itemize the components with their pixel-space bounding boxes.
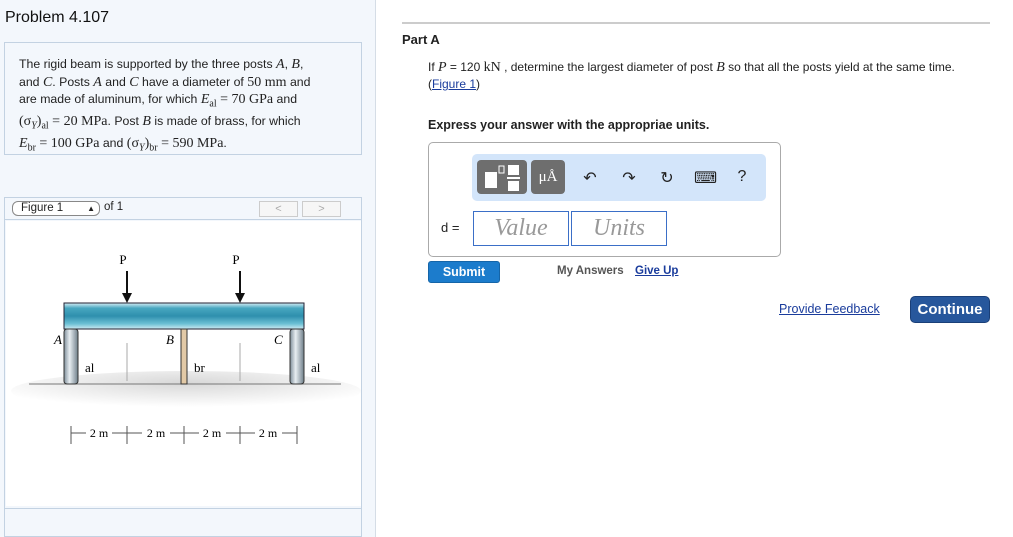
keyboard-icon[interactable]: ⌨ xyxy=(694,168,717,188)
post-label-c: C xyxy=(274,332,283,347)
load-label-p2: P xyxy=(232,252,239,267)
dimension-label: 2 m xyxy=(147,426,166,440)
material-label: al xyxy=(85,360,95,375)
figure-count: of 1 xyxy=(104,201,124,213)
math-toolbar: μÅ ↶ ↷ ↻ ⌨ ? xyxy=(472,154,766,201)
submit-button[interactable]: Submit xyxy=(428,261,500,283)
dimension-label: 2 m xyxy=(259,426,278,440)
undo-icon[interactable]: ↶ xyxy=(580,168,600,188)
divider xyxy=(402,22,990,24)
post-label-b: B xyxy=(166,332,174,347)
prev-figure-button[interactable]: < xyxy=(259,201,298,217)
continue-button[interactable]: Continue xyxy=(910,296,990,323)
part-title: Part A xyxy=(402,32,440,47)
post-label-a: A xyxy=(53,332,62,347)
value-input[interactable]: Value xyxy=(473,211,569,246)
help-icon[interactable]: ? xyxy=(732,168,752,186)
figure-nav-bar: Figure 1 ▲ of 1 < > xyxy=(5,198,361,220)
select-arrows-icon: ▲ xyxy=(87,204,95,213)
rigid-beam xyxy=(63,302,305,330)
fraction-template-icon xyxy=(485,165,520,191)
question-text: If P = 120 kN , determine the largest di… xyxy=(428,60,955,91)
load-label-p1: P xyxy=(119,252,126,267)
figure-image: P P A B C al br al 2 m 2 m 2 m 2 m xyxy=(6,221,361,506)
problem-title: Problem 4.107 xyxy=(5,9,110,26)
load-arrow-icon xyxy=(122,271,132,303)
answer-box: μÅ ↶ ↷ ↻ ⌨ ? d = Value Units xyxy=(428,142,781,257)
dimension-label: 2 m xyxy=(203,426,222,440)
post-b xyxy=(180,328,188,385)
next-figure-button[interactable]: > xyxy=(302,201,341,217)
templates-button[interactable] xyxy=(477,160,527,194)
answer-label: d = xyxy=(441,220,460,235)
post-c xyxy=(289,328,305,385)
give-up-link[interactable]: Give Up xyxy=(635,265,678,277)
material-label: al xyxy=(311,360,321,375)
figure-footer xyxy=(5,508,361,536)
material-label: br xyxy=(194,360,206,375)
redo-icon[interactable]: ↷ xyxy=(619,168,639,188)
figure-link[interactable]: Figure 1 xyxy=(432,77,476,91)
load-arrow-icon xyxy=(235,271,245,303)
figure-panel: Figure 1 ▲ of 1 < > P P A B C al br al 2… xyxy=(4,197,362,537)
provide-feedback-link[interactable]: Provide Feedback xyxy=(779,302,880,316)
post-a xyxy=(63,328,79,385)
dimension-label: 2 m xyxy=(90,426,109,440)
units-button[interactable]: μÅ xyxy=(531,160,565,194)
my-answers-label[interactable]: My Answers xyxy=(557,265,624,277)
units-input[interactable]: Units xyxy=(571,211,667,246)
problem-panel: Problem 4.107 The rigid beam is supporte… xyxy=(0,0,376,537)
instructions: Express your answer with the appropriae … xyxy=(428,118,710,132)
figure-select[interactable]: Figure 1 ▲ xyxy=(12,201,100,216)
reset-icon[interactable]: ↻ xyxy=(657,168,677,188)
problem-statement: The rigid beam is supported by the three… xyxy=(4,42,362,155)
